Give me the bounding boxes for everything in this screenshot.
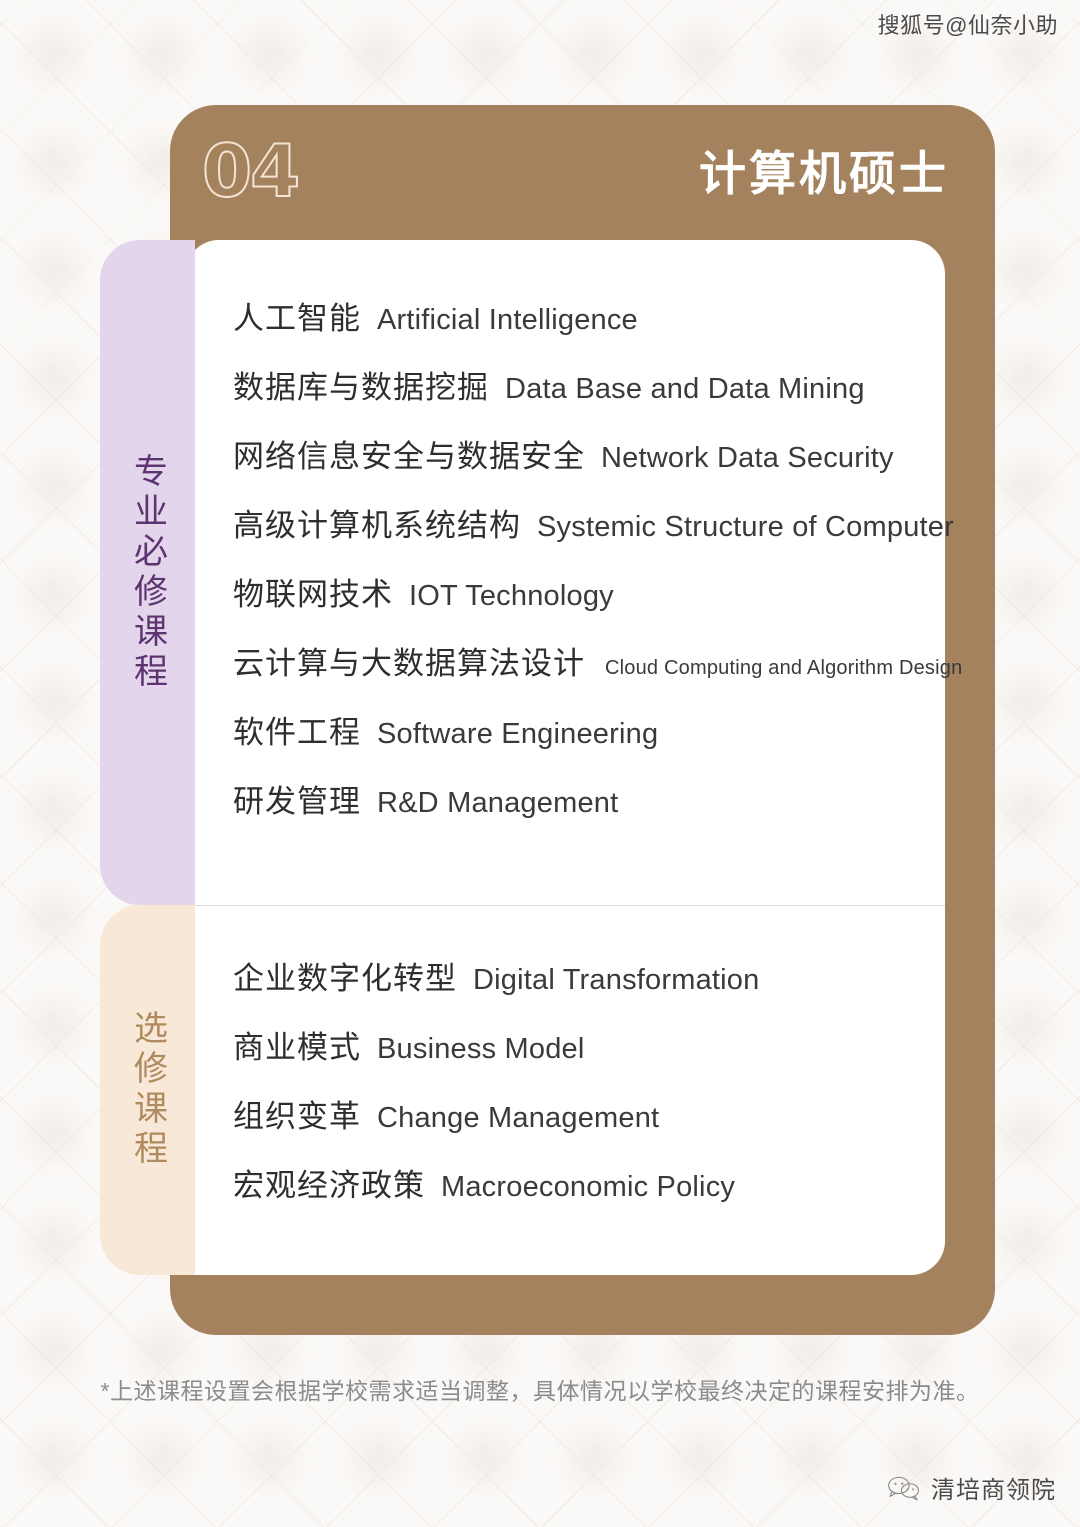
course-name-en: IOT Technology xyxy=(409,580,614,612)
course-name-en: Data Base and Data Mining xyxy=(505,373,865,405)
course-name-en: Network Data Security xyxy=(601,442,894,474)
course-row: 组织变革 Change Management xyxy=(233,1101,933,1170)
section-number: 04 xyxy=(201,129,301,213)
category-tab-required: 专业必修课程 xyxy=(100,240,195,905)
course-row: 企业数字化转型 Digital Transformation xyxy=(233,963,933,1032)
course-name-en: Systemic Structure of Computer xyxy=(537,511,954,543)
elective-course-list: 企业数字化转型 Digital Transformation 商业模式 Busines… xyxy=(233,963,933,1239)
watermark-top-right: 搜狐号@仙奈小助 xyxy=(877,13,1058,38)
course-row: 宏观经济政策 Macroeconomic Policy xyxy=(233,1170,933,1239)
course-name-en: Software Engineering xyxy=(377,718,659,750)
course-row: 数据库与数据挖掘 Data Base and Data Mining xyxy=(233,372,933,441)
course-name-en: Business Model xyxy=(377,1033,585,1065)
required-course-list: 人工智能 Artificial Intelligence 数据库与数据挖掘 Data … xyxy=(233,303,962,855)
brand-name: 清培商领院 xyxy=(931,1477,1056,1504)
course-row: 物联网技术 IOT Technology xyxy=(233,579,933,648)
course-row: 高级计算机系统结构 Systemic Structure of Computer xyxy=(233,508,954,579)
course-name-cn: 宏观经济政策 xyxy=(233,1168,425,1203)
course-row: 软件工程 Software Engineering xyxy=(233,717,933,786)
course-name-cn: 数据库与数据挖掘 xyxy=(233,370,489,405)
course-row: 人工智能 Artificial Intelligence xyxy=(233,303,933,372)
course-name-cn: 高级计算机系统结构 xyxy=(233,508,521,543)
course-row: 研发管理 R&D Management xyxy=(233,786,933,855)
course-name-cn: 企业数字化转型 xyxy=(233,961,457,996)
course-row: 云计算与大数据算法设计 Cloud Computing and Algorithm… xyxy=(233,646,962,717)
page-title: 计算机硕士 xyxy=(699,146,949,200)
course-row: 商业模式 Business Model xyxy=(233,1032,933,1101)
course-name-cn: 网络信息安全与数据安全 xyxy=(233,439,585,474)
category-tab-required-label: 专业必修课程 xyxy=(128,452,167,693)
course-name-cn: 组织变革 xyxy=(233,1099,361,1134)
section-header: 04 计算机硕士 xyxy=(170,105,995,245)
course-name-cn: 物联网技术 xyxy=(233,577,393,612)
wechat-icon xyxy=(888,1476,920,1500)
course-row: 网络信息安全与数据安全 Network Data Security xyxy=(233,441,933,510)
brand-footer: 清培商领院 xyxy=(887,1470,1056,1505)
course-name-en: Change Management xyxy=(377,1102,660,1134)
category-tab-elective: 选修课程 xyxy=(100,905,195,1275)
footer-disclaimer: *上述课程设置会根据学校需求适当调整，具体情况以学校最终决定的课程安排为准。 xyxy=(100,1378,980,1404)
course-name-cn: 研发管理 xyxy=(233,784,361,819)
category-tab-elective-label: 选修课程 xyxy=(128,1010,167,1170)
course-name-cn: 云计算与大数据算法设计 xyxy=(233,646,585,681)
course-name-en: Digital Transformation xyxy=(473,964,760,996)
course-name-cn: 人工智能 xyxy=(233,301,361,336)
course-name-en: Artificial Intelligence xyxy=(377,304,638,336)
course-name-cn: 软件工程 xyxy=(233,715,361,750)
course-name-en: Macroeconomic Policy xyxy=(441,1171,736,1203)
course-name-cn: 商业模式 xyxy=(233,1030,361,1065)
course-name-en: R&D Management xyxy=(377,787,619,819)
course-name-en: Cloud Computing and Algorithm Design xyxy=(605,657,963,679)
section-divider xyxy=(185,905,945,906)
